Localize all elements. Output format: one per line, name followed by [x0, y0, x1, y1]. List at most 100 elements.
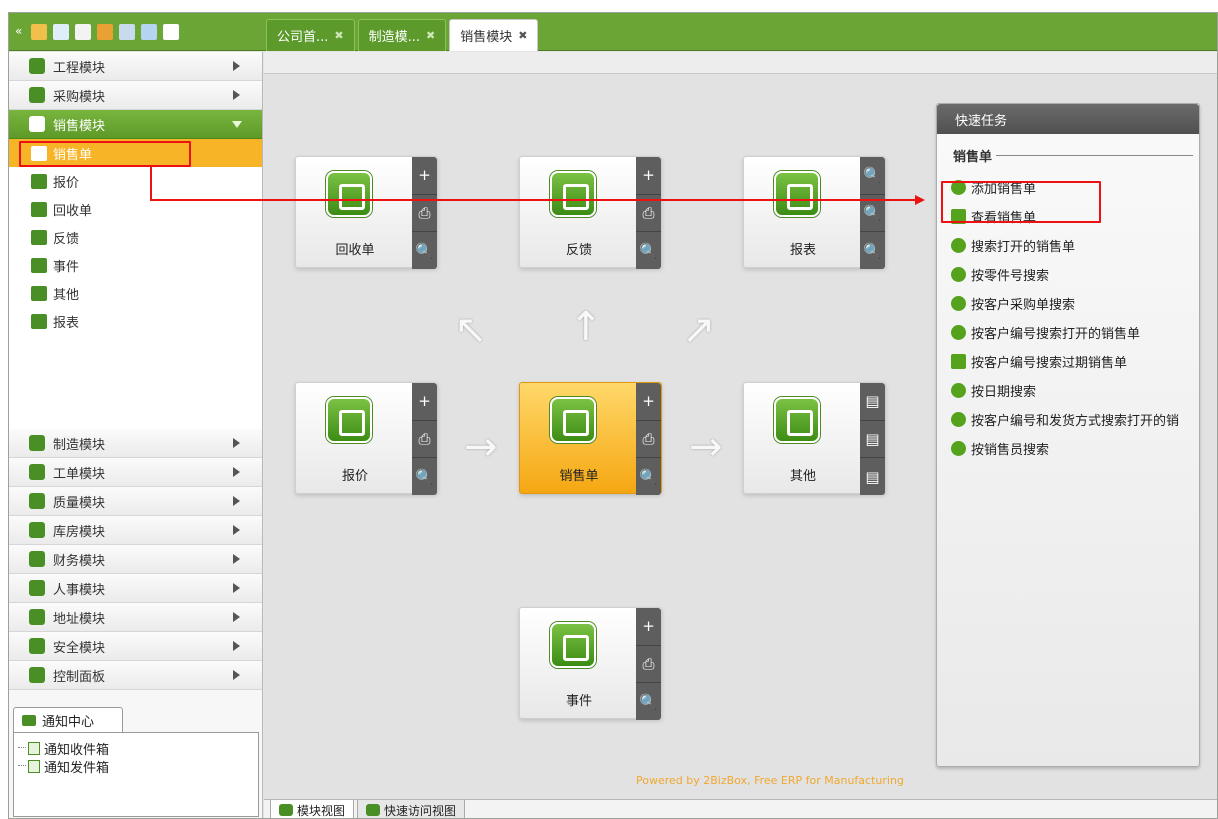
card-other[interactable]: 其他 ▤ ▤ ▤	[743, 382, 886, 495]
sales-order-icon	[550, 397, 596, 443]
quick-task-search-part[interactable]: 按零件号搜索	[937, 260, 1199, 289]
module-label: 库房模块	[53, 524, 106, 540]
chevron-right-icon	[233, 612, 240, 622]
tab-notification-center[interactable]: 通知中心	[13, 707, 123, 733]
quick-task-search-date[interactable]: 按日期搜索	[937, 376, 1199, 405]
sidebar-item-other[interactable]: 其他	[9, 279, 262, 307]
module-icon	[29, 551, 45, 567]
panel-title: 快速任务	[955, 113, 1008, 129]
add-icon[interactable]: +	[636, 157, 661, 195]
module-icon	[29, 667, 45, 683]
collapse-icon[interactable]: «	[15, 24, 25, 40]
card-sales-order[interactable]: 销售单 + ⎙ 🔍	[519, 382, 662, 495]
document-icon[interactable]: ▤	[860, 383, 885, 421]
chat-icon	[22, 715, 36, 726]
notify-inbox[interactable]: 通知收件箱	[14, 739, 258, 758]
search-icon[interactable]: 🔍	[636, 683, 661, 720]
sidebar-module-security[interactable]: 安全模块	[9, 632, 262, 661]
search-icon[interactable]: 🔍	[636, 458, 661, 495]
search-icon[interactable]: 🔍	[412, 458, 437, 495]
sidebar-module-engineering[interactable]: 工程模块	[9, 52, 262, 81]
print-icon[interactable]: ⎙	[636, 646, 661, 684]
sidebar-module-workorder[interactable]: 工单模块	[9, 458, 262, 487]
sidebar-item-report[interactable]: 报表	[9, 307, 262, 335]
toolbar-icons: «	[11, 18, 263, 46]
module-icon	[29, 493, 45, 509]
document-icon[interactable]: ▤	[860, 421, 885, 459]
sidebar-item-label: 报表	[53, 315, 80, 331]
sidebar-module-address[interactable]: 地址模块	[9, 603, 262, 632]
network-icon[interactable]	[141, 24, 157, 40]
sidebar-module-quality[interactable]: 质量模块	[9, 487, 262, 516]
sidebar-module-manufacturing[interactable]: 制造模块	[9, 429, 262, 458]
print-icon[interactable]: ⎙	[412, 421, 437, 459]
document-icon	[28, 741, 40, 755]
card-quote[interactable]: 报价 + ⎙ 🔍	[295, 382, 438, 495]
card-actions: ▤ ▤ ▤	[860, 383, 885, 495]
search-icon[interactable]: 🔍	[860, 232, 885, 269]
view-tabs: 模块视图 快速访问视图	[264, 799, 1217, 818]
users-icon[interactable]	[31, 24, 47, 40]
sales-submenu: 销售单 报价 回收单 反馈 事件 其他 报表	[9, 139, 262, 429]
notify-outbox[interactable]: 通知发件箱	[14, 757, 258, 776]
quick-task-search-customer-open[interactable]: 按客户编号搜索打开的销售单	[937, 318, 1199, 347]
sidebar-module-hr[interactable]: 人事模块	[9, 574, 262, 603]
card-label: 事件	[565, 694, 592, 709]
app-window: « 公司首... ✖ 制造模... ✖ 销售模块 ✖ 工程模块 采购模块 销售模…	[8, 12, 1218, 819]
card-actions: 🔍 🔍 🔍	[860, 157, 885, 269]
sidebar-module-sales[interactable]: 销售模块	[9, 110, 262, 139]
tab-quick-access-view[interactable]: 快速访问视图	[357, 800, 466, 818]
window-icon[interactable]	[119, 24, 135, 40]
quick-task-search-customer-expired[interactable]: 按客户编号搜索过期销售单	[937, 347, 1199, 376]
close-icon[interactable]: ✖	[518, 29, 527, 42]
tab-manufacturing[interactable]: 制造模... ✖	[357, 19, 447, 51]
add-icon[interactable]: +	[412, 157, 437, 195]
sub-toolbar	[264, 52, 1217, 74]
card-event[interactable]: 事件 + ⎙ 🔍	[519, 607, 662, 720]
add-icon[interactable]: +	[412, 383, 437, 421]
quick-task-label: 搜索打开的销售单	[971, 240, 1076, 255]
module-icon	[29, 609, 45, 625]
quick-task-search-customer-po[interactable]: 按客户采购单搜索	[937, 289, 1199, 318]
close-icon[interactable]: ✖	[426, 29, 435, 42]
card-return[interactable]: 回收单 + ⎙ 🔍	[295, 156, 438, 269]
arrow-right-icon: →	[689, 424, 723, 470]
module-label: 控制面板	[53, 669, 106, 685]
sidebar-item-quote[interactable]: 报价	[9, 167, 262, 195]
add-icon[interactable]: +	[636, 383, 661, 421]
module-view-icon	[279, 804, 293, 816]
sidebar-item-event[interactable]: 事件	[9, 251, 262, 279]
tab-company-home[interactable]: 公司首... ✖	[266, 19, 355, 51]
sidebar-module-control-panel[interactable]: 控制面板	[9, 661, 262, 690]
chevron-right-icon	[233, 641, 240, 651]
tab-sales-module[interactable]: 销售模块 ✖	[449, 19, 539, 51]
chart-icon[interactable]	[97, 24, 113, 40]
search-icon[interactable]: 🔍	[412, 232, 437, 269]
mail-icon[interactable]	[53, 24, 69, 40]
sidebar-item-feedback[interactable]: 反馈	[9, 223, 262, 251]
quick-task-search-salesperson[interactable]: 按销售员搜索	[937, 434, 1199, 463]
feedback-icon	[31, 229, 47, 245]
card-feedback[interactable]: 反馈 + ⎙ 🔍	[519, 156, 662, 269]
quick-task-search-open[interactable]: 搜索打开的销售单	[937, 231, 1199, 260]
search-icon	[951, 325, 966, 340]
add-icon[interactable]: +	[636, 608, 661, 646]
annotation-box-add-sales-order	[941, 181, 1101, 223]
document-icon[interactable]	[75, 24, 91, 40]
chevron-down-icon	[232, 121, 242, 128]
sidebar-module-warehouse[interactable]: 库房模块	[9, 516, 262, 545]
search-icon[interactable]: 🔍	[860, 157, 885, 195]
quick-task-search-customer-shipping[interactable]: 按客户编号和发货方式搜索打开的销	[937, 405, 1199, 434]
sidebar-module-finance[interactable]: 财务模块	[9, 545, 262, 574]
sidebar-module-purchasing[interactable]: 采购模块	[9, 81, 262, 110]
tab-module-view[interactable]: 模块视图	[270, 800, 355, 818]
arrow-right-icon: →	[464, 424, 498, 470]
search-icon[interactable]: 🔍	[636, 232, 661, 269]
document-icon[interactable]: ▤	[860, 458, 885, 495]
print-icon[interactable]: ⎙	[636, 421, 661, 459]
quick-task-label: 按客户编号搜索过期销售单	[971, 356, 1128, 371]
card-report[interactable]: 报表 🔍 🔍 🔍	[743, 156, 886, 269]
document-icon	[28, 759, 40, 773]
home-icon[interactable]	[163, 24, 179, 40]
close-icon[interactable]: ✖	[334, 29, 343, 42]
